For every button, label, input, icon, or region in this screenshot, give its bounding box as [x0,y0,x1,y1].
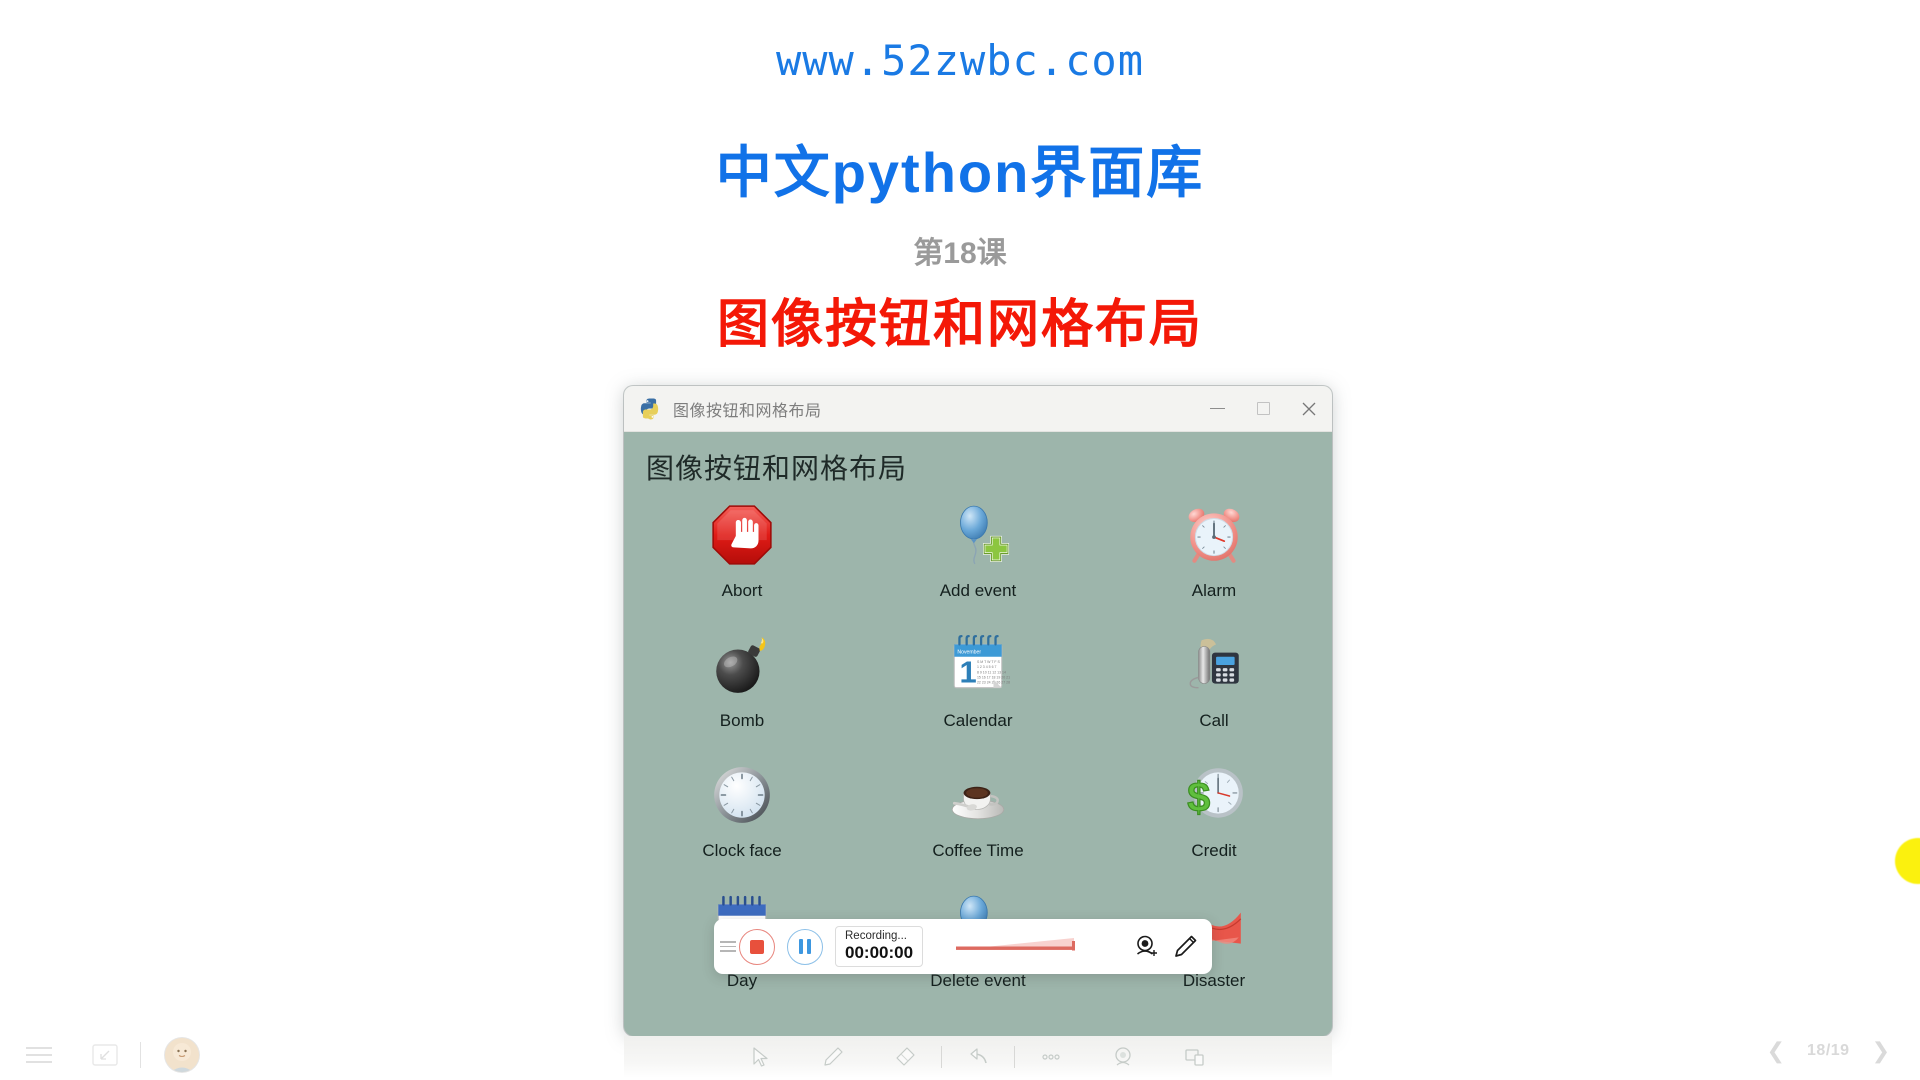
ellipsis-icon [1042,1054,1060,1060]
grid-label: Add event [939,581,1017,600]
grid-button-add-event[interactable]: Add event [860,494,1096,601]
svg-text:15 16 17 18 19 20 21: 15 16 17 18 19 20 21 [977,675,1010,679]
pause-bar-icon [807,939,811,954]
collapse-button[interactable] [88,1040,122,1070]
svg-text:S M T W T F S: S M T W T F S [977,660,1001,664]
svg-text:1: 1 [959,655,976,690]
grid-label: Call [1199,711,1229,730]
grid-label: Abort [721,581,763,600]
alarm-clock-icon [1188,508,1240,563]
webcam-add-icon [1137,935,1157,956]
grid-label: Alarm [1191,581,1237,600]
close-button[interactable] [1286,386,1332,432]
screen-share-icon [1185,1049,1204,1066]
page-title: 中文python界面库 [715,141,1205,204]
grid-label: Bomb [719,711,765,730]
site-url-text: www.52zwbc.com [775,36,1144,85]
undo-tool-button[interactable] [942,1036,1014,1078]
webcam-add-button[interactable] [1132,932,1162,962]
spotlight-tool-button[interactable] [1087,1036,1159,1078]
prev-page-button[interactable]: ❮ [1767,1040,1785,1062]
svg-text:8 9 10 11 12 13 14: 8 9 10 11 12 13 14 [977,670,1006,674]
grid-button-clock-face[interactable]: Clock face [624,754,860,861]
recording-status-label: Recording... [845,929,908,942]
grid-label: Calendar [943,711,1013,730]
balloon-plus-icon [960,505,1010,565]
draw-button[interactable] [1170,932,1200,962]
desk-phone-icon [1189,638,1239,689]
cursor-arrow-icon [753,1047,768,1067]
lesson-number-text: 第18课 [913,237,1007,270]
minimize-button[interactable] [1194,386,1240,432]
page-indicator: 18/19 [1807,1042,1850,1059]
bottom-bar-divider [140,1042,141,1068]
python-logo-icon [640,398,659,419]
recording-toolbar: Recording... 00:00:00 [714,919,1212,974]
recording-status: Recording... 00:00:00 [835,925,924,968]
lesson-title-text: 图像按钮和网格布局 [716,296,1203,354]
avatar[interactable] [165,1038,199,1072]
next-page-button[interactable]: ❯ [1872,1040,1890,1062]
grid-label: Disaster [1182,971,1246,990]
grid-button-alarm[interactable]: Alarm [1096,494,1332,601]
grid-button-coffee-time[interactable]: Coffee Time [860,754,1096,861]
stop-recording-button[interactable] [739,928,775,965]
recording-elapsed-time: 00:00:00 [845,942,914,962]
svg-text:1 2 3 4 5 6 7: 1 2 3 4 5 6 7 [977,665,997,669]
pen-tool-button[interactable] [797,1036,869,1078]
eraser-icon [896,1047,915,1066]
window-title-bar[interactable]: 图像按钮和网格布局 [624,386,1332,432]
pager: ❮ 18/19 ❯ [1767,1040,1890,1062]
collapse-icon [92,1044,118,1066]
hamburger-menu-button[interactable] [22,1040,56,1070]
dollar-clock-icon: $ [1187,768,1243,821]
laser-pointer-dot [1895,838,1920,884]
grid-button-calendar[interactable]: November 1 S M T W T F S 1 2 3 4 5 6 7 8… [860,624,1096,731]
user-avatar-icon [165,1038,199,1072]
grid-label: Day [726,971,758,990]
bomb-icon [716,637,766,693]
slide-canvas: www.52zwbc.com 中文python界面库 第18课 图像按钮和网格布… [0,0,1920,1080]
eraser-tool-button[interactable] [869,1036,941,1078]
stop-hand-octagon-icon [712,505,772,565]
window-title-label: 图像按钮和网格布局 [673,402,822,420]
stop-square-icon [750,939,764,954]
grid-label: Clock face [702,841,782,860]
undo-arrow-icon [970,1048,987,1064]
more-tool-button[interactable] [1015,1036,1087,1078]
hamburger-menu-icon [26,1047,52,1063]
grid-label: Delete event [930,971,1026,990]
pause-bar-icon [799,939,803,954]
grid-label: Coffee Time [932,841,1024,860]
pencil-icon [824,1047,843,1066]
spotlight-icon [1115,1047,1131,1066]
grid-button-abort[interactable]: Abort [624,494,860,601]
calendar-icon: November 1 S M T W T F S 1 2 3 4 5 6 7 8… [953,634,1010,690]
cursor-tool-button[interactable] [725,1036,797,1078]
grid-label: Credit [1191,841,1237,860]
coffee-cup-icon [951,786,1005,820]
grid-button-credit[interactable]: $ Credit [1096,754,1332,861]
grid-button-bomb[interactable]: Bomb [624,624,860,731]
maximize-button[interactable] [1240,386,1286,432]
svg-text:$: $ [1187,775,1210,821]
screen-share-button[interactable] [1159,1036,1231,1078]
annotation-toolbar [624,1036,1332,1078]
audio-level-meter [923,936,1124,958]
pause-recording-button[interactable] [787,928,823,965]
drag-handle-icon[interactable] [720,941,736,952]
close-icon [1302,402,1316,415]
grid-button-call[interactable]: Call [1096,624,1332,731]
clock-face-icon [714,767,770,823]
app-heading-label: 图像按钮和网格布局 [646,453,908,484]
pencil-icon [1175,935,1197,957]
